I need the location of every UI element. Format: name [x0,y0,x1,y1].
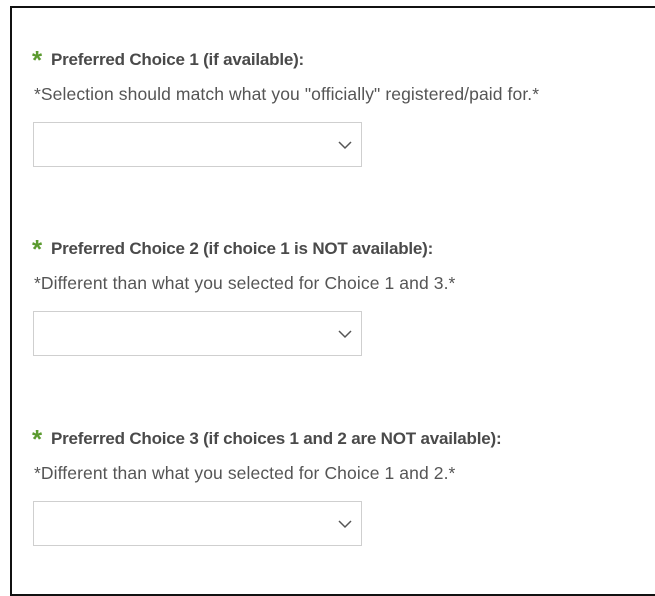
chevron-down-icon [338,330,352,339]
field-label-row: * Preferred Choice 1 (if available): [32,46,539,74]
preferred-choice-2-label: Preferred Choice 2 (if choice 1 is NOT a… [51,239,434,258]
field-label-row: * Preferred Choice 2 (if choice 1 is NOT… [32,235,455,263]
field-label-row: * Preferred Choice 3 (if choices 1 and 2… [32,424,502,454]
preferred-choice-1-field: * Preferred Choice 1 (if available): *Se… [32,46,539,167]
form-panel: * Preferred Choice 1 (if available): *Se… [10,6,655,596]
preferred-choice-2-field: * Preferred Choice 2 (if choice 1 is NOT… [32,235,455,356]
preferred-choice-3-note: *Different than what you selected for Ch… [34,463,456,483]
chevron-down-icon [338,141,352,150]
preferred-choice-2-note: *Different than what you selected for Ch… [34,273,456,293]
preferred-choice-2-select[interactable] [33,311,362,356]
required-star-icon: * [32,45,43,75]
preferred-choice-1-label: Preferred Choice 1 (if available): [51,50,305,69]
preferred-choice-3-label: Preferred Choice 3 (if choices 1 and 2 a… [51,429,502,448]
required-star-icon: * [32,234,43,264]
required-star-icon: * [32,424,43,454]
chevron-down-icon [338,520,352,529]
preferred-choice-1-note: *Selection should match what you "offici… [34,84,540,104]
preferred-choice-1-select[interactable] [33,122,362,167]
preferred-choice-3-select[interactable] [33,501,362,546]
preferred-choice-3-field: * Preferred Choice 3 (if choices 1 and 2… [32,424,502,546]
